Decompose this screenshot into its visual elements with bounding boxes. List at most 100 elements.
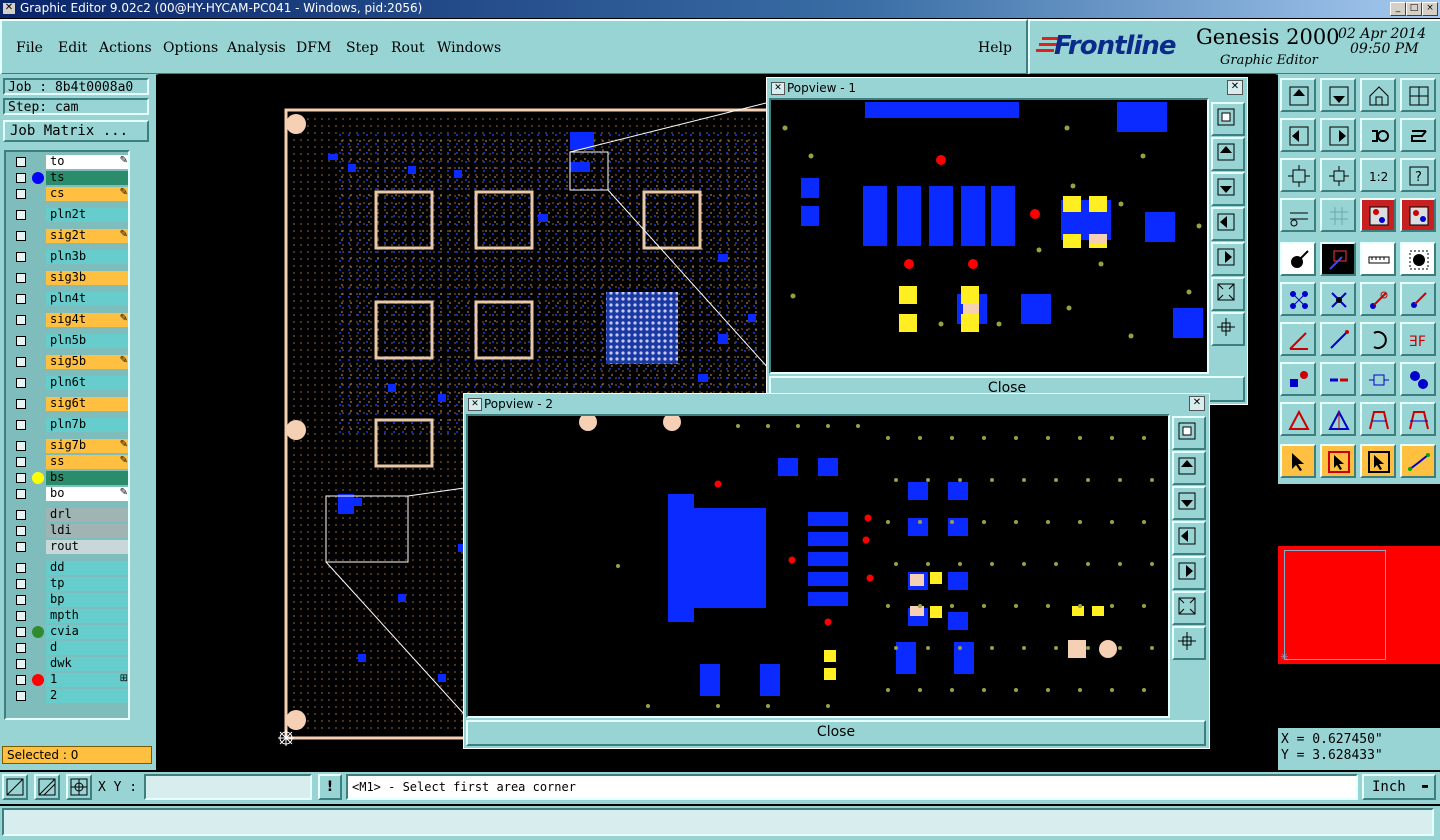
line-icon[interactable] (1320, 322, 1356, 356)
layer-checkbox[interactable] (16, 489, 26, 499)
layer-checkbox[interactable] (16, 457, 26, 467)
menu-analysis[interactable]: Analysis (227, 40, 286, 56)
layer-name[interactable]: ss (46, 455, 128, 469)
pointer-icon[interactable] (1280, 444, 1316, 478)
connect-icon[interactable] (1280, 282, 1316, 316)
layer-name[interactable]: sig3b (46, 271, 128, 285)
layer-row[interactable]: pln7b (12, 418, 130, 432)
layer-checkbox[interactable] (16, 378, 26, 388)
layer-checkbox[interactable] (16, 691, 26, 701)
popview-zoom-in-icon[interactable] (1172, 626, 1206, 660)
layer-checkbox[interactable] (16, 157, 26, 167)
popview-zoom-out-icon[interactable] (1172, 591, 1206, 625)
menu-rout[interactable]: Rout (391, 40, 425, 56)
layer-row[interactable]: sig5b ✎ (12, 355, 130, 369)
layer-name[interactable]: sig5b (46, 355, 128, 369)
layer-name[interactable]: dwk (46, 657, 128, 671)
layer-row[interactable]: sig7b ✎ (12, 439, 130, 453)
layer-row[interactable]: bo ✎ (12, 487, 130, 501)
layer-checkbox[interactable] (16, 526, 26, 536)
add-feature-icon[interactable] (1280, 242, 1316, 276)
ruler-icon[interactable] (1360, 242, 1396, 276)
popview-1-close-icon[interactable]: ✕ (1227, 80, 1243, 95)
group-icon[interactable] (1400, 362, 1436, 396)
layer-name[interactable]: pln2t (46, 208, 128, 222)
layer-name[interactable]: bp (46, 593, 128, 607)
delete-icon[interactable] (1320, 282, 1356, 316)
layer-name[interactable]: sig2t (46, 229, 128, 243)
arc-icon[interactable] (1360, 322, 1396, 356)
layer-name[interactable]: pln4t (46, 292, 128, 306)
layer-row[interactable]: ldi (12, 524, 130, 538)
layer-name[interactable]: sig6t (46, 397, 128, 411)
layer-row[interactable]: 2 (12, 689, 130, 703)
layer-row[interactable]: dwk (12, 657, 130, 671)
zoom-area-icon[interactable] (2, 774, 28, 800)
surface-edit-icon[interactable] (1400, 402, 1436, 436)
layer-checkbox[interactable] (16, 542, 26, 552)
layer-name[interactable]: rout (46, 540, 128, 554)
layer-name[interactable]: dd (46, 561, 128, 575)
layer-name[interactable]: 2 (46, 689, 128, 703)
stretch-icon[interactable] (1360, 362, 1396, 396)
layer-checkbox[interactable] (16, 252, 26, 262)
popview-1-canvas[interactable] (769, 98, 1209, 374)
home-icon[interactable] (1360, 78, 1396, 112)
layer-name[interactable]: ts (46, 171, 128, 185)
pan-down-icon[interactable] (1320, 78, 1356, 112)
help-icon[interactable]: ? (1400, 158, 1436, 192)
layer-name[interactable]: bs (46, 471, 128, 485)
split-line-icon[interactable] (1320, 362, 1356, 396)
menu-windows[interactable]: Windows (437, 40, 501, 56)
menu-actions[interactable]: Actions (99, 40, 152, 56)
menu-file[interactable]: File (16, 40, 43, 56)
layer-checkbox[interactable] (16, 420, 26, 430)
layer-checkbox[interactable] (16, 579, 26, 589)
crosshair-icon[interactable] (66, 774, 92, 800)
popview-zoom-out-icon[interactable] (1211, 277, 1245, 311)
pointer-box-icon[interactable] (1320, 444, 1356, 478)
layer-row[interactable]: sig4t ✎ (12, 313, 130, 327)
pan-right-icon[interactable] (1320, 118, 1356, 152)
layer-name[interactable]: cs (46, 187, 128, 201)
menu-dfm[interactable]: DFM (296, 40, 331, 56)
layer-checkbox[interactable] (16, 659, 26, 669)
measure-icon[interactable] (1280, 198, 1316, 232)
job-matrix-button[interactable]: Job Matrix ... (3, 120, 149, 142)
layer-row[interactable]: sig6t (12, 397, 130, 411)
pan-left-icon[interactable] (1280, 118, 1316, 152)
popview-pan-right-icon[interactable] (1211, 242, 1245, 276)
popview-pan-down-icon[interactable] (1172, 486, 1206, 520)
layer-row[interactable]: cvia (12, 625, 130, 639)
layer-name[interactable]: to (46, 155, 128, 169)
pan-up-icon[interactable] (1280, 78, 1316, 112)
layer-checkbox[interactable] (16, 441, 26, 451)
polygon-edit-icon[interactable] (1320, 402, 1356, 436)
measure-area-icon[interactable] (34, 774, 60, 800)
zoom-1-2-icon[interactable]: 1:2 (1360, 158, 1396, 192)
layer-checkbox[interactable] (16, 231, 26, 241)
overview-viewport[interactable] (1284, 550, 1386, 660)
layer-row[interactable]: tp (12, 577, 130, 591)
redraw-icon[interactable] (1360, 118, 1396, 152)
layer-name[interactable]: sig7b (46, 439, 128, 453)
window-split-icon[interactable] (1400, 78, 1436, 112)
popview-zoom-fit-icon[interactable] (1211, 102, 1245, 136)
mirror-icon[interactable]: ƎF (1400, 322, 1436, 356)
layer-row[interactable]: d (12, 641, 130, 655)
layer-name[interactable]: bo (46, 487, 128, 501)
layer-checkbox[interactable] (16, 336, 26, 346)
layer-row[interactable]: rout (12, 540, 130, 554)
layer-name[interactable]: mpth (46, 609, 128, 623)
popview-2-close-icon[interactable]: ✕ (1189, 396, 1205, 411)
move-icon[interactable] (1360, 282, 1396, 316)
menu-edit[interactable]: Edit (58, 40, 87, 56)
layer-row[interactable]: pln6t (12, 376, 130, 390)
layer-name[interactable]: drl (46, 508, 128, 522)
layer-row[interactable]: to ✎ (12, 155, 130, 169)
select-pad-icon[interactable] (1280, 362, 1316, 396)
exclamation-icon[interactable]: ! (318, 774, 342, 800)
popview-pan-down-icon[interactable] (1211, 172, 1245, 206)
angle-icon[interactable] (1280, 322, 1316, 356)
popview-pan-left-icon[interactable] (1172, 521, 1206, 555)
